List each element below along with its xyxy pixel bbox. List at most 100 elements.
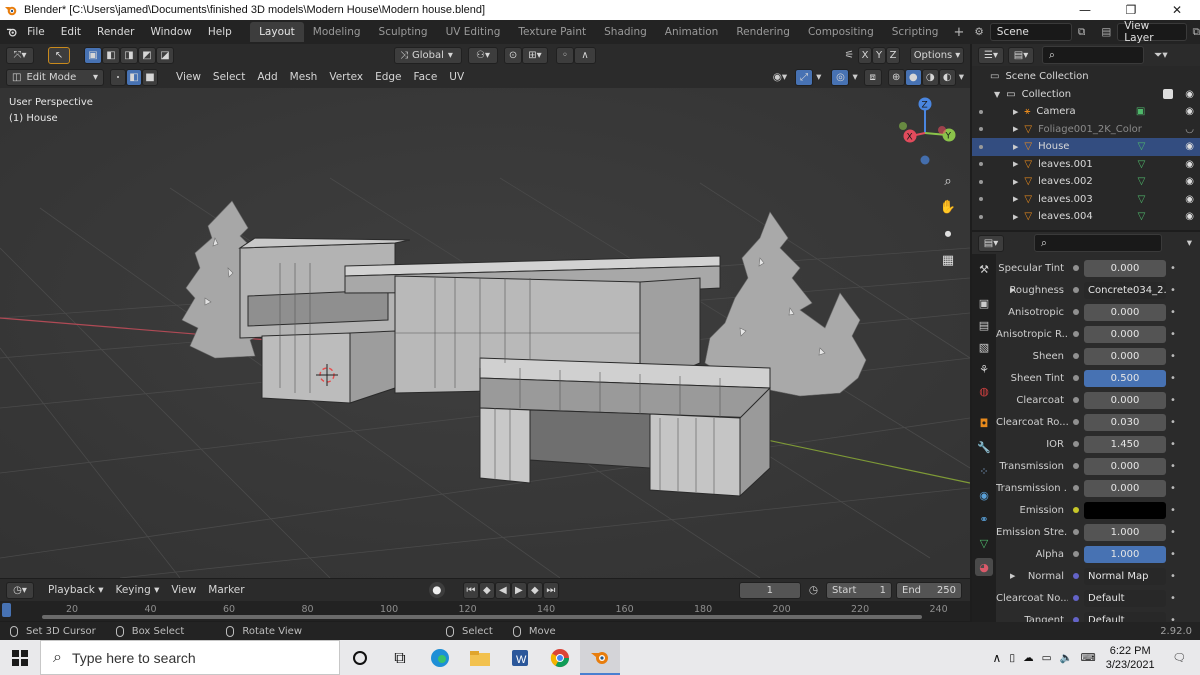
tab-sculpting[interactable]: Sculpting: [370, 22, 437, 42]
output-tab-icon[interactable]: ▤: [975, 316, 993, 334]
tab-layout[interactable]: Layout: [250, 22, 304, 42]
proportional-falloff-dropdown[interactable]: ∧: [574, 46, 596, 64]
menu-file[interactable]: File: [19, 26, 53, 38]
keyframe-dot-icon[interactable]: •: [1166, 307, 1180, 318]
visibility-closed-icon[interactable]: ◡: [1185, 124, 1194, 135]
object-tab-icon[interactable]: ◘: [975, 414, 993, 432]
tab-animation[interactable]: Animation: [656, 22, 728, 42]
tab-scripting[interactable]: Scripting: [883, 22, 948, 42]
tool-tab-icon[interactable]: ⚒: [975, 260, 993, 278]
gizmo-dropdown-icon[interactable]: ▾: [816, 71, 821, 83]
keyframe-dot-icon[interactable]: •: [1166, 329, 1180, 340]
edge-select-button[interactable]: ◧: [126, 68, 142, 86]
tray-network-icon[interactable]: ▭: [1042, 652, 1052, 664]
tab-rendering[interactable]: Rendering: [727, 22, 799, 42]
viewport-menu-view[interactable]: View: [170, 71, 207, 83]
render-tab-icon[interactable]: ▣: [975, 294, 993, 312]
properties-search-input[interactable]: ⌕: [1034, 234, 1162, 252]
keyframe-dot-icon[interactable]: •: [1166, 505, 1180, 516]
prop-value-field[interactable]: 0.030: [1084, 413, 1166, 431]
keyframe-dot-icon[interactable]: •: [1166, 395, 1180, 406]
view-layer-tab-icon[interactable]: ▧: [975, 338, 993, 356]
outliner-item-foliage001-2k-color[interactable]: ▶ ▽ Foliage001_2K_Color ◡: [972, 121, 1200, 139]
options-dropdown[interactable]: Options ▾: [910, 46, 964, 64]
task-view-icon[interactable]: ⧉: [380, 640, 420, 675]
prop-value-field[interactable]: 1.450: [1084, 435, 1166, 453]
timeline-menu-marker[interactable]: Marker: [202, 584, 250, 596]
next-keyframe-icon[interactable]: ◆: [526, 581, 543, 599]
pivot-point-dropdown[interactable]: ⚇▾: [468, 46, 498, 64]
prev-keyframe-icon[interactable]: ◆: [478, 581, 495, 599]
new-scene-icon[interactable]: ⧉: [1078, 26, 1086, 39]
menu-render[interactable]: Render: [89, 26, 142, 38]
prop-value-field[interactable]: 0.000: [1084, 325, 1166, 343]
socket-dot-icon[interactable]: [1068, 507, 1084, 513]
minimize-button[interactable]: —: [1062, 0, 1108, 20]
prop-value-field[interactable]: Concrete034_2...: [1084, 281, 1166, 299]
notifications-icon[interactable]: 🗨: [1173, 651, 1186, 664]
visibility-eye-icon[interactable]: ◉: [1185, 89, 1194, 100]
expand-arrow-icon[interactable]: ▶: [1010, 286, 1015, 294]
vertex-select-button[interactable]: ⬞: [110, 68, 126, 86]
keyframe-dot-icon[interactable]: •: [1166, 285, 1180, 296]
prop-value-field[interactable]: Normal Map: [1084, 567, 1166, 585]
properties-editor-type-button[interactable]: ▤▾: [978, 234, 1004, 252]
prop-value-field[interactable]: 0.000: [1084, 347, 1166, 365]
tab-modeling[interactable]: Modeling: [304, 22, 370, 42]
constraints-tab-icon[interactable]: ⚭: [975, 510, 993, 528]
outliner-item-camera[interactable]: ▶ ⚹ Camera ▣ ◉: [972, 103, 1200, 121]
scene-tab-icon[interactable]: ⚘: [975, 360, 993, 378]
overlay-toggle-icon[interactable]: ◎: [831, 68, 850, 86]
expand-arrow-icon[interactable]: ▶: [1013, 178, 1018, 186]
expand-arrow-icon[interactable]: ▶: [1010, 572, 1015, 580]
taskbar-clock[interactable]: 6:22 PM 3/23/2021: [1106, 644, 1155, 672]
socket-dot-icon[interactable]: [1068, 463, 1084, 469]
play-reverse-icon[interactable]: ◀: [494, 581, 511, 599]
keyframe-dot-icon[interactable]: •: [1166, 417, 1180, 428]
prop-value-field[interactable]: 1.000: [1084, 545, 1166, 563]
socket-dot-icon[interactable]: [1068, 353, 1084, 359]
timeline-menu-playback[interactable]: Playback ▾: [42, 584, 109, 596]
prop-value-field[interactable]: Default: [1084, 589, 1166, 607]
tray-volume-icon[interactable]: 🔈: [1059, 651, 1072, 664]
blender-taskbar-icon[interactable]: [580, 640, 620, 675]
outliner-item-house[interactable]: ▶ ▽ House ▽ ◉: [972, 138, 1200, 156]
file-explorer-icon[interactable]: [460, 640, 500, 675]
snap-toggle-button[interactable]: ⊙: [504, 46, 522, 64]
data-tab-icon[interactable]: ▽: [975, 534, 993, 552]
word-icon[interactable]: W: [500, 640, 540, 675]
scene-name-field[interactable]: Scene: [989, 23, 1072, 41]
timeline-menu-keying[interactable]: Keying ▾: [109, 584, 165, 596]
tab-uv-editing[interactable]: UV Editing: [437, 22, 510, 42]
filter-icon[interactable]: ⏷▾: [1154, 49, 1168, 62]
start-frame-field[interactable]: Start 1: [826, 581, 892, 599]
socket-dot-icon[interactable]: [1068, 287, 1084, 293]
blender-menu-icon[interactable]: [5, 24, 19, 40]
socket-dot-icon[interactable]: [1068, 419, 1084, 425]
jump-start-icon[interactable]: ⏮: [462, 581, 479, 599]
outliner-item-leaves-002[interactable]: ▶ ▽ leaves.002 ▽ ◉: [972, 173, 1200, 191]
ortho-grid-icon[interactable]: ▦: [936, 248, 960, 272]
prop-value-field[interactable]: 0.000: [1084, 303, 1166, 321]
scene-selector-icon[interactable]: ⚙: [974, 26, 983, 38]
physics-tab-icon[interactable]: ◉: [975, 486, 993, 504]
snap-target-dropdown[interactable]: ⊞▾: [522, 46, 548, 64]
visibility-eye-icon[interactable]: ◉: [1185, 159, 1194, 170]
expand-arrow-icon[interactable]: ▶: [1013, 160, 1018, 168]
expand-arrow-icon[interactable]: ▶: [1013, 108, 1018, 116]
tab-shading[interactable]: Shading: [595, 22, 656, 42]
timeline-scrollbar[interactable]: [42, 615, 922, 619]
mirror-z-toggle[interactable]: Z: [886, 46, 900, 64]
taskbar-search-box[interactable]: ⌕ Type here to search: [40, 640, 340, 675]
mode-dropdown[interactable]: ◫ Edit Mode ▾: [6, 68, 104, 86]
viewport-menu-vertex[interactable]: Vertex: [323, 71, 369, 83]
new-view-layer-icon[interactable]: ⧉: [1193, 26, 1200, 39]
prop-value-field[interactable]: [1084, 501, 1166, 519]
keyframe-dot-icon[interactable]: •: [1166, 527, 1180, 538]
particles-tab-icon[interactable]: ⁘: [975, 462, 993, 480]
select-mode-extend-button[interactable]: ◧: [102, 46, 120, 64]
chevron-down-icon[interactable]: ▾: [1187, 237, 1192, 249]
prop-value-field[interactable]: 0.500: [1084, 369, 1166, 387]
visibility-eye-icon[interactable]: ◉: [1185, 106, 1194, 117]
keyframe-dot-icon[interactable]: •: [1166, 373, 1180, 384]
